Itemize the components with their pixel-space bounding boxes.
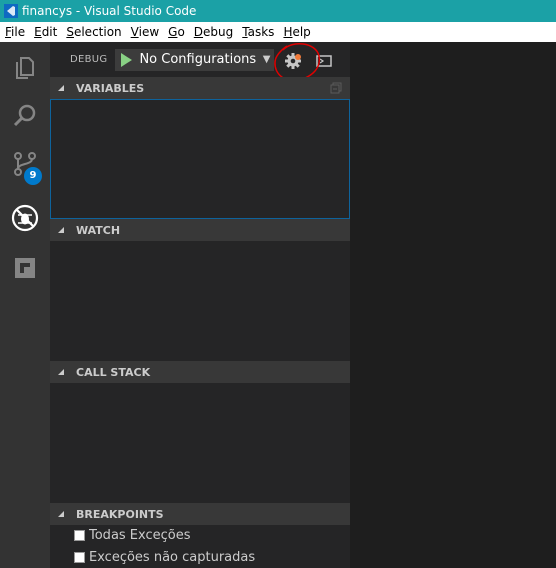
watch-panel	[50, 241, 350, 361]
call-stack-panel	[50, 383, 350, 503]
expanded-icon	[58, 227, 64, 233]
breakpoint-checkbox[interactable]	[74, 529, 85, 541]
menu-help[interactable]: Help	[279, 25, 314, 39]
scm-count-badge: 9	[24, 167, 42, 185]
expanded-icon	[58, 369, 64, 375]
menu-view[interactable]: View	[127, 25, 163, 39]
expanded-icon	[58, 511, 64, 517]
breakpoints-section-header[interactable]: BREAKPOINTS	[50, 503, 350, 525]
breakpoint-label: Todas Exceções	[89, 527, 191, 543]
collapse-all-icon[interactable]	[330, 82, 342, 94]
breakpoint-item[interactable]: Todas Exceções	[74, 525, 191, 545]
watch-section-header[interactable]: WATCH	[50, 219, 350, 241]
explorer-icon[interactable]	[0, 44, 50, 92]
breakpoints-panel: Todas Exceções Exceções não capturadas	[50, 525, 350, 568]
editor-area	[350, 42, 556, 568]
menu-edit[interactable]: Edit	[30, 25, 61, 39]
watch-title: WATCH	[76, 223, 121, 237]
expanded-icon	[58, 85, 64, 91]
configuration-value: No Configurations	[139, 52, 257, 67]
title-bar: financys - Visual Studio Code	[0, 0, 556, 22]
variables-panel	[50, 99, 350, 219]
extensions-icon[interactable]	[0, 244, 50, 292]
call-stack-section-header[interactable]: CALL STACK	[50, 361, 350, 383]
menu-file[interactable]: File	[0, 25, 29, 39]
breakpoint-label: Exceções não capturadas	[89, 549, 256, 565]
search-icon[interactable]	[0, 92, 50, 140]
menu-tasks[interactable]: Tasks	[238, 25, 278, 39]
variables-title: VARIABLES	[76, 81, 145, 95]
call-stack-title: CALL STACK	[76, 365, 151, 379]
debug-title: DEBUG	[70, 54, 108, 65]
menu-selection[interactable]: Selection	[62, 25, 125, 39]
breakpoints-title: BREAKPOINTS	[76, 507, 164, 521]
breakpoint-item[interactable]: Exceções não capturadas	[74, 547, 255, 567]
menu-debug[interactable]: Debug	[190, 25, 237, 39]
debug-icon[interactable]	[0, 194, 50, 242]
configuration-select[interactable]: No Configurations ▼	[115, 48, 275, 71]
debug-sidebar: DEBUG No Configurations ▼ VARIABLES WATC…	[50, 42, 350, 568]
start-debugging-icon[interactable]	[115, 49, 137, 71]
activity-bar: 9	[0, 42, 50, 568]
menu-bar: File Edit Selection View Go Debug Tasks …	[0, 22, 556, 42]
variables-section-header[interactable]: VARIABLES	[50, 77, 350, 99]
vscode-logo-icon	[4, 4, 18, 18]
menu-go[interactable]: Go	[164, 25, 189, 39]
window-title: financys - Visual Studio Code	[22, 4, 197, 18]
breakpoint-checkbox[interactable]	[74, 551, 85, 563]
